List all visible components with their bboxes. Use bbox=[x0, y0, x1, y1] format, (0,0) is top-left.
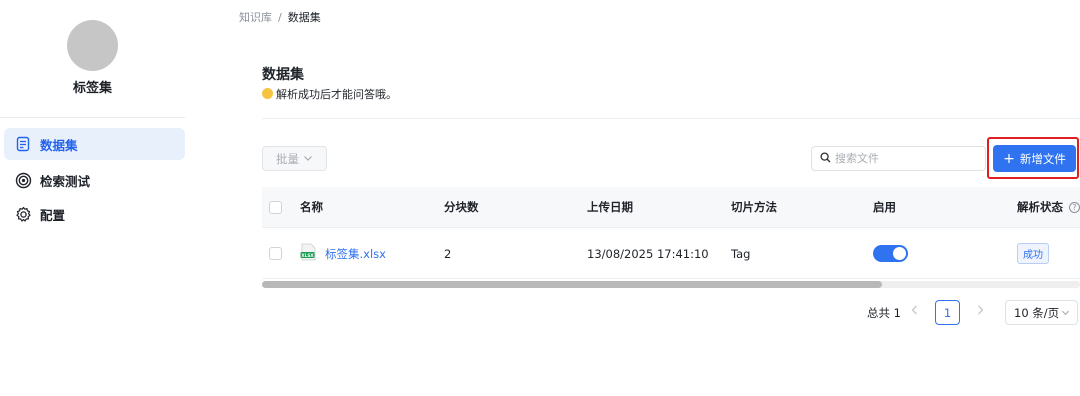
search-input[interactable] bbox=[835, 152, 975, 165]
column-header-chunks[interactable]: 分块数 bbox=[444, 187, 479, 227]
help-icon[interactable]: ? bbox=[1069, 201, 1080, 213]
sidebar-item-config[interactable]: 配置 bbox=[4, 198, 185, 230]
breadcrumb: 知识库 / 数据集 bbox=[239, 9, 321, 25]
sidebar: 标签集 数据集 检索测试 配置 bbox=[0, 0, 200, 396]
search-box bbox=[811, 146, 986, 171]
breadcrumb-root[interactable]: 知识库 bbox=[239, 11, 272, 24]
pagination-next-icon[interactable] bbox=[975, 304, 985, 319]
file-name-cell: XLSX 标签集.xlsx bbox=[300, 229, 386, 278]
batch-button[interactable]: 批量 bbox=[262, 146, 327, 171]
chunk-method: Tag bbox=[731, 246, 751, 261]
breadcrumb-current: 数据集 bbox=[287, 11, 321, 24]
sidebar-item-label: 检索测试 bbox=[40, 173, 91, 189]
xlsx-file-icon: XLSX bbox=[300, 243, 317, 264]
sidebar-item-retrieval-test[interactable]: 检索测试 bbox=[4, 164, 185, 196]
column-header-chunk-method[interactable]: 切片方法 bbox=[731, 187, 777, 227]
avatar bbox=[67, 20, 118, 71]
gear-icon bbox=[14, 205, 32, 223]
column-header-parse-status-label: 解析状态 bbox=[1017, 200, 1063, 214]
column-header-upload-date[interactable]: 上传日期 bbox=[587, 187, 633, 227]
upload-date: 13/08/2025 17:41:10 bbox=[587, 246, 709, 261]
row-checkbox[interactable] bbox=[269, 247, 282, 260]
sidebar-item-dataset[interactable]: 数据集 bbox=[4, 128, 185, 160]
batch-label: 批量 bbox=[276, 151, 299, 166]
enable-toggle-cell bbox=[873, 229, 908, 278]
chevron-down-icon bbox=[303, 152, 313, 166]
add-file-label: 新增文件 bbox=[1019, 151, 1066, 166]
column-header-enabled[interactable]: 启用 bbox=[873, 187, 896, 227]
chunk-count: 2 bbox=[444, 246, 452, 261]
header-checkbox-cell bbox=[269, 187, 282, 227]
select-all-checkbox[interactable] bbox=[269, 200, 282, 214]
horizontal-scrollbar-thumb[interactable] bbox=[262, 281, 882, 288]
page-title: 数据集 bbox=[262, 67, 304, 83]
knowledge-base-name: 标签集 bbox=[72, 81, 112, 96]
chevron-down-icon bbox=[1061, 306, 1070, 320]
document-icon bbox=[14, 135, 32, 153]
table-row: XLSX 标签集.xlsx 2 13/08/2025 17:41:10 Tag … bbox=[262, 229, 1080, 279]
parse-status-cell: 成功 bbox=[1017, 229, 1049, 278]
breadcrumb-separator: / bbox=[278, 11, 282, 24]
smile-emoji-icon bbox=[262, 88, 273, 99]
page-size-select[interactable]: 10 条/页 bbox=[1005, 300, 1078, 325]
content-divider bbox=[262, 118, 1080, 119]
status-badge: 成功 bbox=[1017, 243, 1049, 264]
file-name-link[interactable]: 标签集.xlsx bbox=[325, 246, 386, 262]
column-header-name[interactable]: 名称 bbox=[300, 187, 323, 227]
column-header-parse-status[interactable]: 解析状态 ? bbox=[1017, 187, 1080, 227]
pagination-page-button[interactable]: 1 bbox=[935, 300, 960, 325]
toggle-knob bbox=[893, 247, 906, 260]
xlsx-badge-text: XLSX bbox=[301, 253, 314, 258]
search-icon bbox=[820, 151, 831, 166]
sidebar-item-label: 数据集 bbox=[40, 137, 78, 153]
page-size-label: 10 条/页 bbox=[1014, 305, 1060, 320]
pagination-total: 总共 1 bbox=[867, 306, 901, 320]
add-file-button[interactable]: + 新增文件 bbox=[993, 145, 1076, 172]
enable-toggle[interactable] bbox=[873, 245, 908, 262]
page-tip: 解析成功后才能问答哦。 bbox=[262, 86, 397, 102]
target-icon bbox=[14, 171, 32, 189]
plus-icon: + bbox=[1003, 150, 1015, 167]
tip-text: 解析成功后才能问答哦。 bbox=[276, 88, 397, 101]
sidebar-item-label: 配置 bbox=[40, 207, 66, 223]
pagination-prev-icon[interactable] bbox=[910, 304, 920, 319]
row-checkbox-cell bbox=[269, 229, 282, 278]
sidebar-divider bbox=[0, 117, 185, 118]
table-header: 名称 分块数 上传日期 切片方法 启用 解析状态 ? bbox=[262, 187, 1080, 228]
